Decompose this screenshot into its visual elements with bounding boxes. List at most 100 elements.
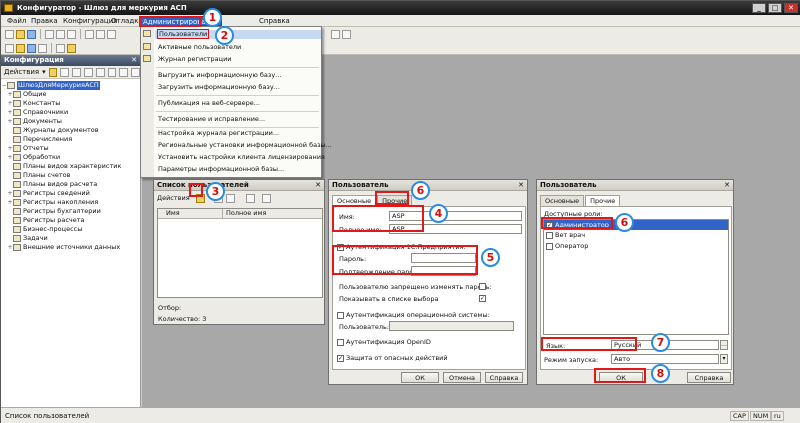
close-icon[interactable]: ✕ [784,3,798,13]
step-badge: 2 [215,26,234,45]
menu-item-event-log[interactable]: Журнал регистрации [158,55,232,64]
step-badge: 4 [429,204,448,223]
filter-label: Отбор: [158,304,182,312]
tab-main[interactable]: Основные [540,195,585,206]
close-icon[interactable]: ✕ [518,180,524,191]
tree-node[interactable]: Планы видов расчета [1,180,140,189]
tree-node[interactable]: Регистры расчета [1,216,140,225]
paste-icon[interactable] [67,29,76,39]
forbid-change-checkbox[interactable] [479,283,486,290]
tree-node[interactable]: Перечисления [1,135,140,144]
tree-node[interactable]: + Справочники [1,108,140,117]
close-panel-icon[interactable]: ✕ [131,55,137,66]
start-debug-icon[interactable] [56,43,65,53]
user-dialog-title: Пользователь ✕ [537,180,733,191]
open-icon[interactable] [16,29,25,39]
step-badge: 8 [651,364,670,383]
move-down-icon[interactable] [107,67,117,77]
help-button[interactable]: Справка [687,372,731,383]
redo-icon[interactable] [96,29,105,39]
tree-node[interactable]: Задачи [1,234,140,243]
undo-icon[interactable] [85,29,94,39]
tree-node[interactable]: + Отчеты [1,144,140,153]
tree-node[interactable]: + Регистры накопления [1,198,140,207]
refresh-icon[interactable] [262,194,271,203]
cancel-button[interactable]: Отмена [443,372,481,383]
menu-item-test-repair[interactable]: Тестирование и исправление... [158,115,265,124]
run-icon[interactable] [67,43,76,53]
actions-chevron-icon[interactable]: ▾ [42,68,46,76]
menu-help[interactable]: Справка [257,16,292,26]
close-icon[interactable]: ✕ [724,180,730,191]
config-icon[interactable] [5,43,14,53]
add-icon[interactable] [48,67,58,77]
danger-protection-checkbox[interactable]: ✓ Защита от опасных действий [337,354,448,362]
tree-node[interactable]: + Регистры сведений [1,189,140,198]
calc-register-icon [13,217,21,224]
tree-node[interactable]: Бизнес-процессы [1,225,140,234]
move-up-icon[interactable] [95,67,105,77]
accounting-register-icon [13,208,21,215]
menu-item-web-publish[interactable]: Публикация на веб-сервере... [158,99,260,108]
cut-icon[interactable] [45,29,54,39]
find-icon[interactable] [107,29,116,39]
role-item[interactable]: Оператор [544,241,728,252]
tree-node[interactable]: + Внешние источники данных [1,243,140,252]
show-in-list-checkbox[interactable]: ✓ [479,295,486,302]
tree-node[interactable]: Планы счетов [1,171,140,180]
menu-item-regional-settings[interactable]: Региональные установки информационной ба… [158,141,332,150]
sort-icon[interactable] [119,67,129,77]
help-button[interactable]: Справка [485,372,523,383]
openid-checkbox[interactable]: Аутентификация OpenID [337,338,431,346]
close-icon[interactable]: ✕ [315,180,321,191]
menu-file[interactable]: Файл [5,16,28,26]
users-actions-menu[interactable]: Действия [157,194,190,202]
delete-icon[interactable] [84,67,93,77]
compare-icon[interactable] [27,43,36,53]
menu-item-active-users[interactable]: Активные пользователи [158,43,241,52]
find-icon[interactable] [131,67,141,77]
save-icon[interactable] [27,29,36,39]
syntax-check-icon[interactable] [331,29,340,39]
actions-menu[interactable]: Действия [4,68,39,76]
launch-mode-label: Режим запуска: [544,356,599,364]
tree-node[interactable]: + Документы [1,117,140,126]
minimize-icon[interactable]: _ [752,3,766,13]
col-fullname-header[interactable]: Полное имя [226,209,266,218]
menu-edit[interactable]: Правка [29,16,60,26]
language-select-icon[interactable]: … [720,340,728,350]
tree-node[interactable]: + Константы [1,99,140,108]
menu-item-log-settings[interactable]: Настройка журнала регистрации... [158,129,279,138]
help-icon[interactable] [342,29,351,39]
tree-root[interactable]: − ШлюзДляМеркурияАСП [1,81,140,90]
menu-item-load-db[interactable]: Загрузить информационную базу... [158,83,280,92]
new-icon[interactable] [5,29,14,39]
tab-other[interactable]: Прочие [585,195,621,206]
edit-icon[interactable] [72,67,82,77]
menu-item-users[interactable]: Пользователи [155,29,321,39]
tree-node[interactable]: Регистры бухгалтерии [1,207,140,216]
roles-list: ✓ Администратор Вет врач Оператор [543,219,729,335]
menu-item-license-client[interactable]: Установить настройки клиента лицензирова… [158,153,325,162]
role-item[interactable]: Вет врач [544,230,728,241]
language-indicator[interactable]: ru [771,411,784,421]
menu-item-db-params[interactable]: Параметры информационной базы... [158,165,284,174]
col-name-header[interactable]: Имя [166,209,180,218]
tree-node[interactable]: Журналы документов [1,126,140,135]
tree-node[interactable]: + Общие [1,90,140,99]
edit-user-icon[interactable] [226,194,235,203]
folder-icon [13,91,21,98]
chevron-down-icon[interactable]: ▾ [720,354,728,364]
os-auth-checkbox[interactable]: Аутентификация операционной системы: [337,311,490,319]
update-config-icon[interactable] [16,43,25,53]
tree-node[interactable]: Планы видов характеристик [1,162,140,171]
maximize-icon[interactable]: □ [768,3,782,13]
db-config-icon[interactable] [38,43,47,53]
copy-icon[interactable] [56,29,65,39]
menu-item-dump-db[interactable]: Выгрузить информационную базу... [158,71,281,80]
launch-mode-select[interactable]: Авто [611,354,719,364]
delete-user-icon[interactable] [246,194,255,203]
tree-node[interactable]: + Обработки [1,153,140,162]
copy-icon[interactable] [60,67,70,77]
ok-button[interactable]: ОК [401,372,439,383]
